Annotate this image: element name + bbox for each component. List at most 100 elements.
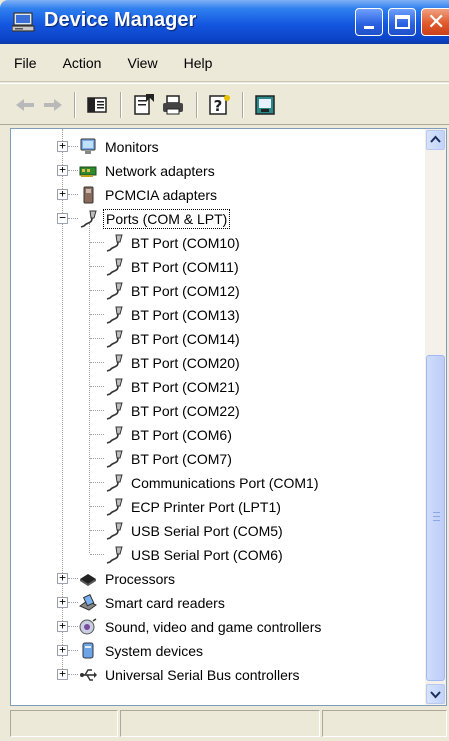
scan-hardware-icon[interactable] bbox=[252, 92, 278, 118]
tree-item-port[interactable]: BT Port (COM7) bbox=[105, 447, 234, 471]
port-label: USB Serial Port (COM5) bbox=[131, 523, 283, 539]
status-pane bbox=[120, 710, 320, 737]
port-label: BT Port (COM22) bbox=[131, 403, 240, 419]
tree-item-port[interactable]: BT Port (COM14) bbox=[105, 327, 242, 351]
maximize-icon bbox=[395, 15, 410, 29]
tree-item-system-devices[interactable]: System devices bbox=[79, 639, 205, 663]
expand-usb-controllers[interactable]: + bbox=[57, 668, 68, 680]
device-tree: + Monitors + Network adapters + PCMCIA a… bbox=[11, 129, 425, 705]
console-tree-icon[interactable] bbox=[84, 92, 110, 118]
pcmcia-icon bbox=[83, 186, 94, 204]
port-plug-icon bbox=[106, 282, 123, 300]
tree-item-port[interactable]: BT Port (COM21) bbox=[105, 375, 242, 399]
print-icon[interactable] bbox=[160, 92, 186, 118]
expand-processors[interactable]: + bbox=[57, 572, 68, 584]
menu-view[interactable]: View bbox=[127, 55, 157, 71]
port-label: BT Port (COM6) bbox=[131, 427, 232, 443]
toolbar-separator bbox=[196, 92, 198, 118]
tree-item-port[interactable]: BT Port (COM13) bbox=[105, 303, 242, 327]
port-plug-icon bbox=[106, 258, 123, 276]
collapse-ports[interactable]: − bbox=[57, 212, 68, 224]
tree-item-port[interactable]: BT Port (COM6) bbox=[105, 423, 234, 447]
tree-item-sound-video-game[interactable]: Sound, video and game controllers bbox=[79, 615, 323, 639]
status-bar bbox=[10, 708, 447, 739]
port-plug-icon bbox=[106, 330, 123, 348]
computer-icon bbox=[12, 12, 35, 32]
port-plug-icon bbox=[106, 474, 123, 492]
sound-icon bbox=[79, 618, 97, 635]
tree-item-usb-controllers[interactable]: Universal Serial Bus controllers bbox=[79, 663, 302, 687]
tree-item-smart-card-readers[interactable]: Smart card readers bbox=[79, 591, 227, 615]
port-plug-icon bbox=[80, 210, 97, 228]
scroll-up-button[interactable] bbox=[426, 130, 445, 150]
status-pane bbox=[322, 710, 447, 737]
tree-item-ports[interactable]: Ports (COM & LPT) bbox=[79, 207, 231, 231]
tree-item-port[interactable]: ECP Printer Port (LPT1) bbox=[105, 495, 283, 519]
title-bar[interactable]: Device Manager ✕ bbox=[0, 0, 449, 44]
port-label: BT Port (COM12) bbox=[131, 283, 240, 299]
expand-system-devices[interactable]: + bbox=[57, 644, 68, 656]
smart-card-reader-icon bbox=[79, 594, 97, 611]
port-label: USB Serial Port (COM6) bbox=[131, 547, 283, 563]
tree-item-port[interactable]: BT Port (COM22) bbox=[105, 399, 242, 423]
expand-pcmcia-adapters[interactable]: + bbox=[57, 188, 68, 200]
help-icon[interactable]: ? bbox=[206, 92, 232, 118]
port-plug-icon bbox=[106, 354, 123, 372]
menu-file[interactable]: File bbox=[14, 55, 37, 71]
port-plug-icon bbox=[106, 234, 123, 252]
port-plug-icon bbox=[106, 306, 123, 324]
menu-action[interactable]: Action bbox=[63, 55, 102, 71]
tree-item-network-adapters[interactable]: Network adapters bbox=[79, 159, 217, 183]
expand-network-adapters[interactable]: + bbox=[57, 164, 68, 176]
port-label: Communications Port (COM1) bbox=[131, 475, 319, 491]
forward-arrow-icon[interactable] bbox=[40, 92, 66, 118]
tree-item-port[interactable]: BT Port (COM11) bbox=[105, 255, 241, 279]
properties-icon[interactable] bbox=[130, 92, 156, 118]
maximize-button[interactable] bbox=[388, 8, 416, 36]
toolbar: ? bbox=[0, 83, 449, 125]
toolbar-separator bbox=[74, 92, 76, 118]
port-plug-icon bbox=[106, 450, 123, 468]
tree-item-port[interactable]: BT Port (COM12) bbox=[105, 279, 242, 303]
scroll-thumb[interactable] bbox=[426, 355, 445, 681]
network-adapter-icon bbox=[79, 166, 97, 177]
tree-item-port[interactable]: BT Port (COM10) bbox=[105, 231, 242, 255]
port-plug-icon bbox=[106, 498, 123, 516]
expand-monitors[interactable]: + bbox=[57, 140, 68, 152]
tree-item-pcmcia-adapters[interactable]: PCMCIA adapters bbox=[79, 183, 219, 207]
tree-item-port[interactable]: BT Port (COM20) bbox=[105, 351, 242, 375]
tree-item-port[interactable]: Communications Port (COM1) bbox=[105, 471, 321, 495]
minimize-icon bbox=[364, 26, 374, 29]
port-plug-icon bbox=[106, 402, 123, 420]
port-label: ECP Printer Port (LPT1) bbox=[131, 499, 281, 515]
system-devices-icon bbox=[82, 642, 94, 659]
svg-text:?: ? bbox=[214, 97, 223, 115]
menu-bar: File Action View Help bbox=[0, 44, 449, 82]
scroll-down-button[interactable] bbox=[426, 684, 445, 704]
vertical-scrollbar[interactable] bbox=[425, 129, 446, 705]
toolbar-separator bbox=[120, 92, 122, 118]
toolbar-separator bbox=[242, 92, 244, 118]
back-arrow-icon[interactable] bbox=[12, 92, 38, 118]
grip-icon bbox=[433, 512, 440, 521]
menu-help[interactable]: Help bbox=[184, 55, 213, 71]
tree-item-processors[interactable]: Processors bbox=[79, 567, 177, 591]
tree-item-monitors[interactable]: Monitors bbox=[79, 135, 161, 159]
minimize-button[interactable] bbox=[355, 8, 383, 36]
monitor-icon bbox=[80, 138, 96, 154]
port-label: BT Port (COM13) bbox=[131, 307, 240, 323]
ports-label: Ports (COM & LPT) bbox=[103, 209, 231, 229]
port-plug-icon bbox=[106, 546, 123, 564]
port-plug-icon bbox=[106, 522, 123, 540]
port-label: BT Port (COM11) bbox=[131, 259, 239, 275]
device-tree-pane[interactable]: + Monitors + Network adapters + PCMCIA a… bbox=[10, 128, 447, 706]
tree-item-port[interactable]: USB Serial Port (COM5) bbox=[105, 519, 285, 543]
close-button[interactable]: ✕ bbox=[421, 8, 449, 36]
processor-icon bbox=[80, 574, 96, 586]
expand-smart-card-readers[interactable]: + bbox=[57, 596, 68, 608]
tree-item-port[interactable]: USB Serial Port (COM6) bbox=[105, 543, 285, 567]
expand-sound-video-game[interactable]: + bbox=[57, 620, 68, 632]
status-pane bbox=[10, 710, 118, 737]
port-label: BT Port (COM14) bbox=[131, 331, 240, 347]
port-label: BT Port (COM20) bbox=[131, 355, 240, 371]
